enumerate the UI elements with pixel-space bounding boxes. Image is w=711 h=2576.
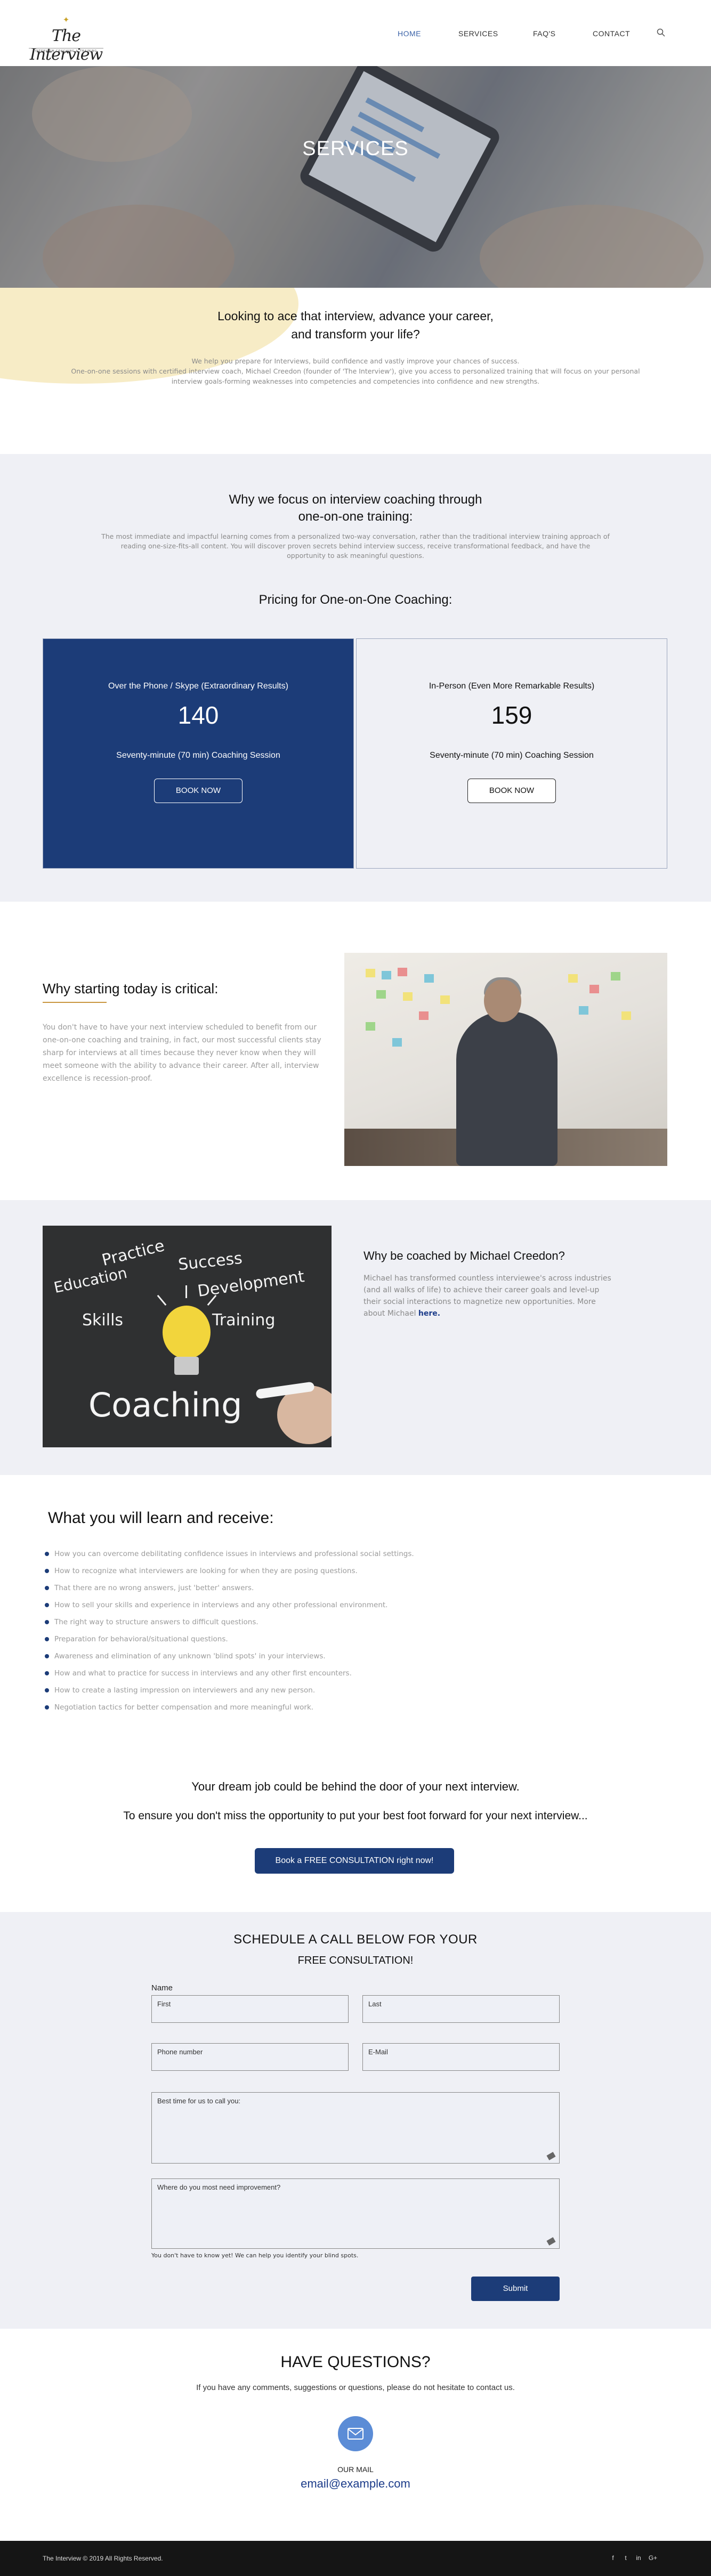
intro-heading-line: Looking to ace that interview, advance y…	[217, 309, 494, 323]
focus-heading-line: Why we focus on interview coaching throu…	[229, 492, 482, 507]
chalk-word: Success	[177, 1249, 244, 1275]
schedule-section: SCHEDULE A CALL BELOW FOR YOUR FREE CONS…	[0, 1912, 711, 2329]
questions-subtext: If you have any comments, suggestions or…	[196, 2383, 515, 2392]
twitter-icon[interactable]: t	[621, 2554, 630, 2562]
improvement-placeholder: Where do you most need improvement?	[157, 2183, 281, 2191]
intro-body: We help you prepare for Interviews, buil…	[59, 356, 652, 386]
email-field[interactable]: E-Mail	[362, 2043, 560, 2071]
coached-body: Michael has transformed countless interv…	[363, 1273, 614, 1319]
chalk-word: Practice	[100, 1236, 167, 1270]
critical-section: Why starting today is critical: You don'…	[0, 902, 711, 1200]
list-item: Negotiation tactics for better compensat…	[45, 1699, 631, 1716]
pricing-card-type: Over the Phone / Skype (Extraordinary Re…	[108, 682, 288, 691]
pricing-card-phone: Over the Phone / Skype (Extraordinary Re…	[43, 638, 354, 869]
chalk-word: Skills	[82, 1311, 124, 1330]
hero-overlay	[0, 66, 711, 288]
intro-body-line: We help you prepare for Interviews, buil…	[191, 357, 520, 365]
free-consultation-button[interactable]: Book a FREE CONSULTATION right now!	[255, 1848, 454, 1874]
learn-heading: What you will learn and receive:	[48, 1509, 274, 1527]
pricing-card-in-person: In-Person (Even More Remarkable Results)…	[356, 638, 667, 869]
site-header: ✦ The Interview INTERVIEW COACHING & TRA…	[0, 0, 711, 66]
chalk-word: Education	[52, 1263, 129, 1297]
our-mail-label: OUR MAIL	[337, 2465, 374, 2474]
questions-section: HAVE QUESTIONS? If you have any comments…	[0, 2329, 711, 2541]
improvement-hint: You don't have to know yet! We can help …	[151, 2252, 359, 2259]
list-item: How you can overcome debilitating confid…	[45, 1545, 631, 1562]
last-name-field[interactable]: Last	[362, 1995, 560, 2023]
chalk-word: Coaching	[88, 1386, 243, 1424]
dream-text: Your dream job could be behind the door …	[191, 1780, 520, 1793]
intro-body-line: One-on-one sessions with certified inter…	[71, 367, 640, 385]
nav-home[interactable]: HOME	[398, 29, 421, 38]
critical-body: You don't have to have your next intervi…	[43, 1023, 321, 1083]
ensure-text: To ensure you don't miss the opportunity…	[123, 1810, 588, 1822]
focus-body: The most immediate and impactful learnin…	[101, 532, 610, 560]
schedule-heading: SCHEDULE A CALL BELOW FOR YOUR	[233, 1932, 478, 1947]
coached-heading: Why be coached by Michael Creedon?	[363, 1249, 565, 1262]
schedule-subheading: FREE CONSULTATION!	[297, 1955, 414, 1966]
intro-heading-line: and transform your life?	[291, 327, 420, 341]
about-michael-link[interactable]: here.	[418, 1309, 440, 1318]
coached-body-text: Michael has transformed countless interv…	[363, 1274, 611, 1318]
best-time-textarea[interactable]: Best time for us to call you:	[151, 2092, 560, 2164]
submit-button[interactable]: Submit	[471, 2277, 560, 2301]
list-item: Awareness and elimination of any unknown…	[45, 1648, 631, 1665]
chalk-word: Development	[196, 1267, 306, 1301]
list-item: How to recognize what interviewers are l…	[45, 1562, 631, 1579]
search-icon[interactable]	[657, 28, 665, 37]
coached-section: Practice Success Education Development S…	[0, 1200, 711, 1475]
copyright: The Interview © 2019 All Rights Reserved…	[43, 2555, 163, 2562]
improvement-textarea[interactable]: Where do you most need improvement?	[151, 2178, 560, 2249]
critical-heading: Why starting today is critical:	[43, 981, 219, 997]
learn-list: How you can overcome debilitating confid…	[45, 1545, 631, 1716]
hero-banner: SERVICES	[0, 66, 711, 288]
list-item: How to create a lasting impression on in…	[45, 1682, 631, 1699]
pricing-card-price: 159	[491, 701, 532, 729]
pricing-title: Pricing for One-on-One Coaching:	[258, 593, 453, 607]
email-link[interactable]: email@example.com	[0, 2477, 711, 2491]
first-name-field[interactable]: First	[151, 1995, 349, 2023]
book-now-button[interactable]: BOOK NOW	[154, 779, 243, 803]
pricing-card-price: 140	[177, 701, 219, 729]
linkedin-icon[interactable]: in	[634, 2554, 643, 2562]
name-label: Name	[151, 1983, 173, 1992]
list-item: That there are no wrong answers, just 'b…	[45, 1579, 631, 1597]
intro-section: Looking to ace that interview, advance y…	[0, 288, 711, 454]
phone-field[interactable]: Phone number	[151, 2043, 349, 2071]
crest-icon: ✦	[62, 15, 70, 25]
intro-heading: Looking to ace that interview, advance y…	[0, 307, 711, 343]
focus-section: Why we focus on interview coaching throu…	[0, 454, 711, 902]
focus-heading-line: one-on-one training:	[298, 509, 413, 524]
coaching-chalkboard-image: Practice Success Education Development S…	[43, 1226, 332, 1447]
list-item: How and what to practice for success in …	[45, 1665, 631, 1682]
pricing-card-type: In-Person (Even More Remarkable Results)	[429, 682, 595, 691]
resize-handle-icon[interactable]	[546, 2237, 556, 2246]
list-item: The right way to structure answers to di…	[45, 1614, 631, 1631]
mail-icon	[338, 2416, 373, 2451]
list-item: How to sell your skills and experience i…	[45, 1597, 631, 1614]
site-footer: The Interview © 2019 All Rights Reserved…	[0, 2541, 711, 2576]
book-now-button[interactable]: BOOK NOW	[467, 779, 556, 803]
chalk-word: Training	[212, 1311, 276, 1330]
page-title: SERVICES	[302, 137, 409, 160]
whiteboard-photo	[344, 953, 667, 1166]
heading-underline	[43, 1002, 107, 1003]
nav-faqs[interactable]: FAQ'S	[533, 29, 556, 38]
resize-handle-icon[interactable]	[546, 2152, 556, 2160]
questions-heading: HAVE QUESTIONS?	[280, 2353, 431, 2371]
pricing-card-duration: Seventy-minute (70 min) Coaching Session	[430, 751, 594, 760]
main-nav: HOME SERVICES FAQ'S CONTACT	[0, 28, 711, 40]
nav-contact[interactable]: CONTACT	[593, 29, 630, 38]
focus-heading: Why we focus on interview coaching throu…	[0, 491, 711, 525]
best-time-placeholder: Best time for us to call you:	[157, 2097, 241, 2105]
logo-tagline: INTERVIEW COACHING & TRAINING	[29, 48, 103, 53]
nav-services[interactable]: SERVICES	[458, 29, 498, 38]
list-item: Preparation for behavioral/situational q…	[45, 1631, 631, 1648]
pricing-card-duration: Seventy-minute (70 min) Coaching Session	[116, 751, 280, 760]
learn-section: What you will learn and receive: How you…	[0, 1475, 711, 1912]
lightbulb-icon	[163, 1306, 211, 1359]
facebook-icon[interactable]: f	[609, 2554, 617, 2562]
google-plus-icon[interactable]: G+	[647, 2554, 659, 2562]
